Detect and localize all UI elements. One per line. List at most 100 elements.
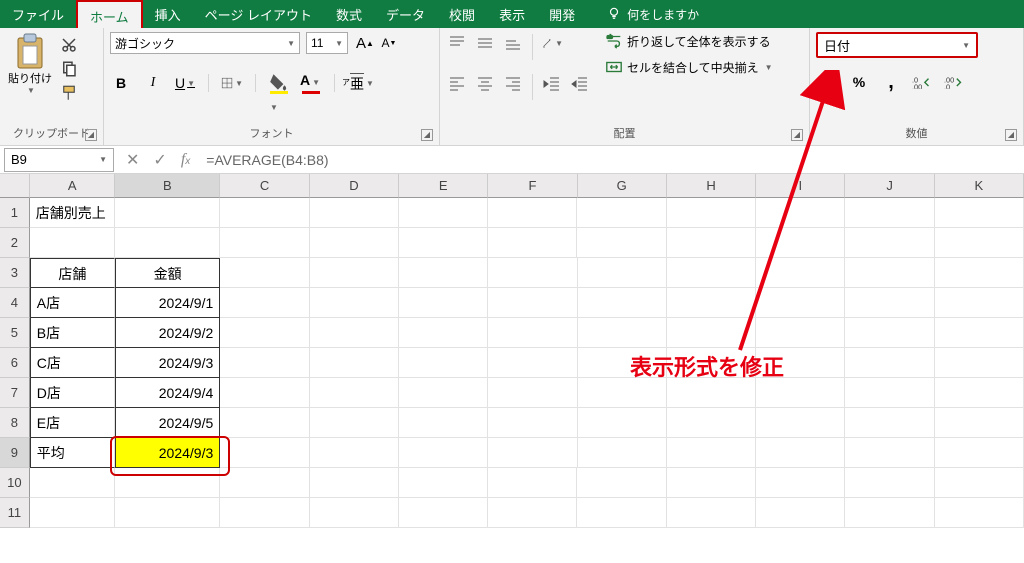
enter-formula-button[interactable]: ✓ xyxy=(153,150,166,170)
cell-I10[interactable] xyxy=(756,468,845,498)
cell-A10[interactable] xyxy=(30,468,115,498)
cell-K3[interactable] xyxy=(935,258,1024,288)
cell-J5[interactable] xyxy=(845,318,934,348)
cell-I8[interactable] xyxy=(756,408,845,438)
cell-J3[interactable] xyxy=(845,258,934,288)
row-header-7[interactable]: 7 xyxy=(0,378,30,408)
col-header-H[interactable]: H xyxy=(667,174,756,198)
cell-C1[interactable] xyxy=(220,198,309,228)
cell-E4[interactable] xyxy=(399,288,488,318)
cell-H1[interactable] xyxy=(667,198,756,228)
cell-C11[interactable] xyxy=(220,498,309,528)
cell-F3[interactable] xyxy=(488,258,577,288)
cell-H3[interactable] xyxy=(667,258,756,288)
cell-G7[interactable] xyxy=(578,378,667,408)
align-right-button[interactable] xyxy=(502,72,524,94)
font-name-select[interactable]: 游ゴシック▼ xyxy=(110,32,300,54)
cell-F11[interactable] xyxy=(488,498,577,528)
cell-A6[interactable]: C店 xyxy=(30,348,115,378)
tab-formulas[interactable]: 数式 xyxy=(324,0,374,28)
cell-B8[interactable]: 2024/9/5 xyxy=(115,408,220,438)
cell-A9[interactable]: 平均 xyxy=(30,438,115,468)
alignment-launcher-icon[interactable]: ◢ xyxy=(791,129,803,141)
cell-J11[interactable] xyxy=(845,498,934,528)
cell-G3[interactable] xyxy=(578,258,667,288)
cell-F10[interactable] xyxy=(488,468,577,498)
cell-D4[interactable] xyxy=(310,288,399,318)
cell-D11[interactable] xyxy=(310,498,399,528)
cell-H2[interactable] xyxy=(667,228,756,258)
col-header-J[interactable]: J xyxy=(845,174,934,198)
cell-K9[interactable] xyxy=(935,438,1024,468)
cell-D6[interactable] xyxy=(310,348,399,378)
cell-D7[interactable] xyxy=(310,378,399,408)
accounting-format-button[interactable]: ▼ xyxy=(816,72,838,92)
cell-D2[interactable] xyxy=(310,228,399,258)
cell-G11[interactable] xyxy=(577,498,666,528)
align-top-button[interactable] xyxy=(446,32,468,54)
orientation-button[interactable]: ▼ xyxy=(541,32,563,54)
cell-D3[interactable] xyxy=(310,258,399,288)
clipboard-launcher-icon[interactable]: ◢ xyxy=(85,129,97,141)
paste-button[interactable]: 貼り付け ▼ xyxy=(6,32,54,95)
cell-K7[interactable] xyxy=(935,378,1024,408)
cell-B10[interactable] xyxy=(115,468,220,498)
cell-J6[interactable] xyxy=(845,348,934,378)
tab-developer[interactable]: 開発 xyxy=(537,0,587,28)
cell-J2[interactable] xyxy=(845,228,934,258)
format-painter-button[interactable] xyxy=(60,84,78,102)
cell-H7[interactable] xyxy=(667,378,756,408)
underline-button[interactable]: U▼ xyxy=(174,72,196,94)
align-left-button[interactable] xyxy=(446,72,468,94)
cell-I7[interactable] xyxy=(756,378,845,408)
formula-input[interactable]: =AVERAGE(B4:B8) xyxy=(198,150,1024,170)
cell-H5[interactable] xyxy=(667,318,756,348)
col-header-K[interactable]: K xyxy=(935,174,1024,198)
cell-F7[interactable] xyxy=(488,378,577,408)
cell-I3[interactable] xyxy=(756,258,845,288)
row-header-2[interactable]: 2 xyxy=(0,228,30,258)
name-box[interactable]: B9▼ xyxy=(4,148,114,172)
phonetic-guide-button[interactable]: ア亜▼ xyxy=(347,72,369,94)
cell-H11[interactable] xyxy=(667,498,756,528)
cell-E10[interactable] xyxy=(399,468,488,498)
row-header-10[interactable]: 10 xyxy=(0,468,30,498)
cell-A7[interactable]: D店 xyxy=(30,378,115,408)
row-header-5[interactable]: 5 xyxy=(0,318,30,348)
cell-I5[interactable] xyxy=(756,318,845,348)
cancel-formula-button[interactable]: ✕ xyxy=(126,150,139,170)
cell-E6[interactable] xyxy=(399,348,488,378)
copy-button[interactable] xyxy=(60,60,78,78)
cell-C10[interactable] xyxy=(220,468,309,498)
align-bottom-button[interactable] xyxy=(502,32,524,54)
cell-I1[interactable] xyxy=(756,198,845,228)
cell-C3[interactable] xyxy=(220,258,309,288)
align-center-button[interactable] xyxy=(474,72,496,94)
font-launcher-icon[interactable]: ◢ xyxy=(421,129,433,141)
fill-color-button[interactable]: ▼ xyxy=(268,72,290,94)
col-header-E[interactable]: E xyxy=(399,174,488,198)
tab-review[interactable]: 校閲 xyxy=(437,0,487,28)
cell-K8[interactable] xyxy=(935,408,1024,438)
cell-C4[interactable] xyxy=(220,288,309,318)
cell-E3[interactable] xyxy=(399,258,488,288)
cell-F9[interactable] xyxy=(488,438,577,468)
cell-E7[interactable] xyxy=(399,378,488,408)
cell-K11[interactable] xyxy=(935,498,1024,528)
cell-B9[interactable]: 2024/9/3 xyxy=(115,438,220,468)
cell-J4[interactable] xyxy=(845,288,934,318)
cell-E9[interactable] xyxy=(399,438,488,468)
cell-G8[interactable] xyxy=(578,408,667,438)
cell-E5[interactable] xyxy=(399,318,488,348)
cell-B4[interactable]: 2024/9/1 xyxy=(115,288,220,318)
insert-function-button[interactable]: fx xyxy=(181,151,190,169)
tab-home[interactable]: ホーム xyxy=(76,0,143,28)
borders-button[interactable]: ▼ xyxy=(221,72,243,94)
cell-B3[interactable]: 金額 xyxy=(115,258,220,288)
decrease-decimal-button[interactable]: .00.0 xyxy=(944,72,966,92)
cell-I4[interactable] xyxy=(756,288,845,318)
cell-A1[interactable]: 店舗別売上 xyxy=(30,198,115,228)
row-header-3[interactable]: 3 xyxy=(0,258,30,288)
cell-J9[interactable] xyxy=(845,438,934,468)
col-header-I[interactable]: I xyxy=(756,174,845,198)
